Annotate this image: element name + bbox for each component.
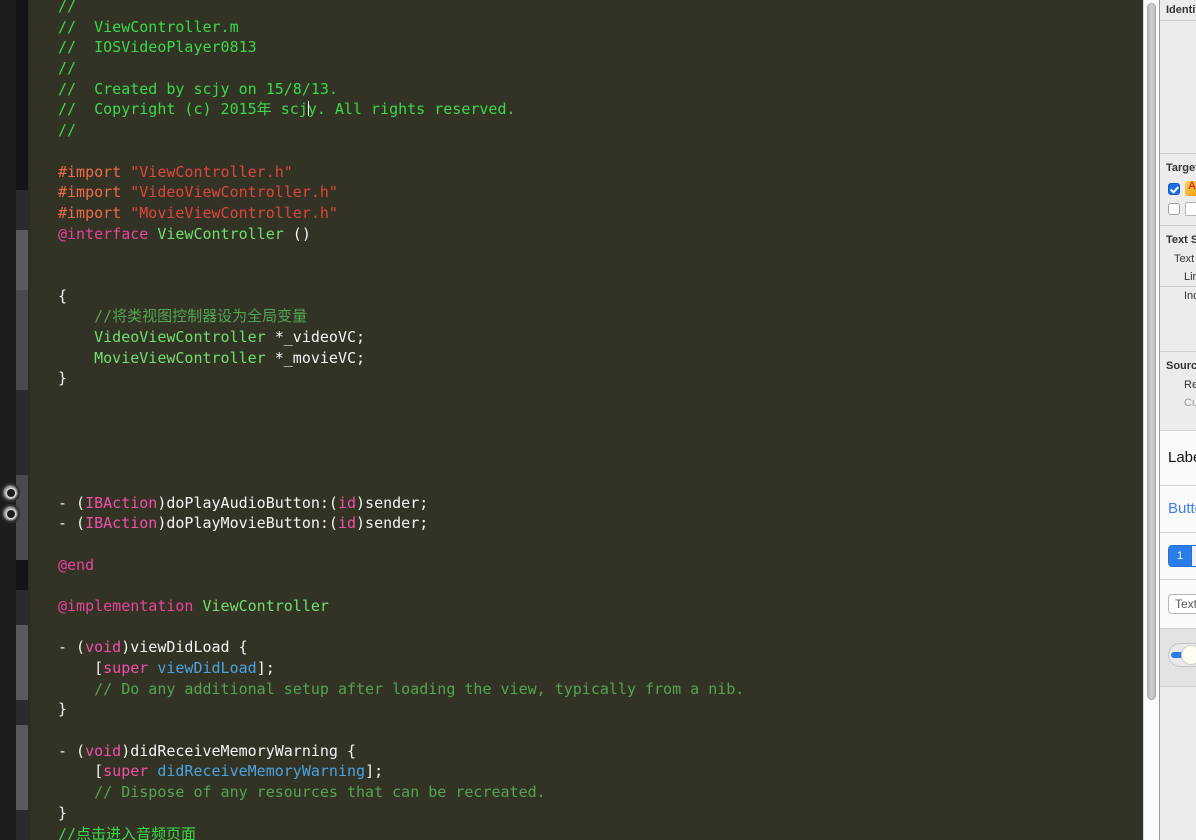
app-target-icon <box>1185 180 1196 196</box>
source-control-spacer <box>1160 412 1196 430</box>
checkbox-unchecked-icon[interactable] <box>1168 203 1180 215</box>
library-item-button[interactable]: Button <box>1160 486 1196 533</box>
action-connection-marker[interactable] <box>1 504 20 523</box>
action-connection-marker[interactable] <box>1 483 20 502</box>
switch-object-preview[interactable] <box>1168 643 1196 667</box>
code-line: { <box>58 286 68 305</box>
editor-gutter <box>0 0 28 840</box>
code-line: #import "MovieViewController.h" <box>58 203 338 222</box>
code-line: #import "ViewController.h" <box>58 162 293 181</box>
repository-row[interactable]: Repository <box>1160 376 1196 394</box>
code-line: VideoViewController *_videoVC; <box>94 328 366 346</box>
fold-segment[interactable] <box>16 725 28 810</box>
code-line: // <box>58 59 77 78</box>
code-line: //点击进入音频页面 <box>58 824 197 840</box>
code-line: } <box>58 369 68 388</box>
library-item-label[interactable]: Label <box>1160 430 1196 486</box>
section-header-source-control: Source Control <box>1166 360 1196 372</box>
utilities-inspector-panel[interactable]: Identity and Type Target Membership IOSV… <box>1159 0 1196 840</box>
code-line: // Created by scjy on 15/8/13. <box>58 79 338 98</box>
code-line: MovieViewController *_movieVC; <box>94 348 366 367</box>
code-line: //将类视图控制器设为全局变量 <box>58 307 308 326</box>
button-object-preview: Button <box>1168 500 1196 517</box>
fold-segment[interactable] <box>16 810 28 840</box>
code-line: #import "VideoViewController.h" <box>58 183 338 202</box>
source-code-editor[interactable]: // // ViewController.m // IOSVideoPlayer08… <box>28 0 1159 840</box>
code-line: // ViewController.m <box>58 17 239 36</box>
text-encoding-row[interactable]: Text Encoding <box>1160 250 1196 268</box>
fold-segment[interactable] <box>16 190 28 230</box>
xcode-window: // // ViewController.m // IOSVideoPlayer08… <box>0 0 1196 840</box>
fold-segment[interactable] <box>16 290 28 390</box>
code-line: - (IBAction)doPlayMovieButton:(id)sender… <box>58 514 429 533</box>
indent-using-row[interactable]: Indent Using <box>1160 287 1196 305</box>
code-line: } <box>58 700 68 719</box>
code-line: // <box>58 121 77 140</box>
fold-segment[interactable] <box>16 390 28 475</box>
code-fold-ribbon[interactable] <box>16 0 28 840</box>
section-header-text-settings: Text Settings <box>1166 234 1196 246</box>
segmented-control-preview[interactable]: 1 2 <box>1168 545 1196 567</box>
code-line: - (IBAction)doPlayAudioButton:(id)sender… <box>58 493 429 512</box>
section-header-identity-and-type: Identity and Type <box>1166 4 1196 16</box>
code-line-with-caret: // Copyright (c) 2015年 scjy. All rights … <box>58 100 516 119</box>
code-line: @interface ViewController () <box>58 224 311 243</box>
code-line: // Dispose of any resources that can be … <box>58 783 546 802</box>
code-line: @implementation ViewController <box>58 596 329 615</box>
current-branch-row[interactable]: Current Branch <box>1160 394 1196 412</box>
identity-fields-area[interactable] <box>1160 21 1196 153</box>
library-item-switch[interactable] <box>1160 629 1196 687</box>
scrollbar-thumb[interactable] <box>1147 3 1156 700</box>
fold-segment[interactable] <box>16 700 28 725</box>
source-code-text[interactable]: // // ViewController.m // IOSVideoPlayer08… <box>28 0 744 840</box>
test-target-icon <box>1185 202 1196 216</box>
code-line: [super didReceiveMemoryWarning]; <box>58 762 384 781</box>
code-line: - (void)didReceiveMemoryWarning { <box>58 741 357 760</box>
code-line: // <box>58 0 77 15</box>
target-membership-row[interactable]: IOSVideoPlayer0813Tests <box>1160 199 1196 219</box>
fold-segment[interactable] <box>16 230 28 290</box>
library-item-text-field[interactable]: Text <box>1160 580 1196 629</box>
target-membership-row[interactable]: IOSVideoPlayer0813 <box>1160 178 1196 199</box>
line-endings-row[interactable]: Line Endings <box>1160 268 1196 286</box>
library-item-segmented-control[interactable]: 1 2 <box>1160 533 1196 580</box>
indent-fields-area[interactable] <box>1160 305 1196 351</box>
checkbox-checked-icon[interactable] <box>1168 182 1180 195</box>
code-line: // Do any additional setup after loading… <box>58 679 745 698</box>
editor-vertical-scrollbar[interactable] <box>1143 0 1159 840</box>
fold-segment[interactable] <box>16 625 28 700</box>
code-line: // IOSVideoPlayer0813 <box>58 38 257 57</box>
code-line: - (void)viewDidLoad { <box>58 638 248 657</box>
segment-2[interactable]: 2 <box>1191 546 1196 566</box>
code-line: } <box>58 803 68 822</box>
fold-segment[interactable] <box>16 0 28 190</box>
code-line: @end <box>58 555 95 574</box>
fold-segment[interactable] <box>16 560 28 590</box>
label-object-preview: Label <box>1168 449 1196 466</box>
section-header-target-membership: Target Membership <box>1166 162 1196 174</box>
segment-1[interactable]: 1 <box>1169 546 1191 566</box>
code-line: [super viewDidLoad]; <box>58 659 275 677</box>
fold-segment[interactable] <box>16 590 28 625</box>
text-field-object-preview[interactable]: Text <box>1168 594 1196 614</box>
